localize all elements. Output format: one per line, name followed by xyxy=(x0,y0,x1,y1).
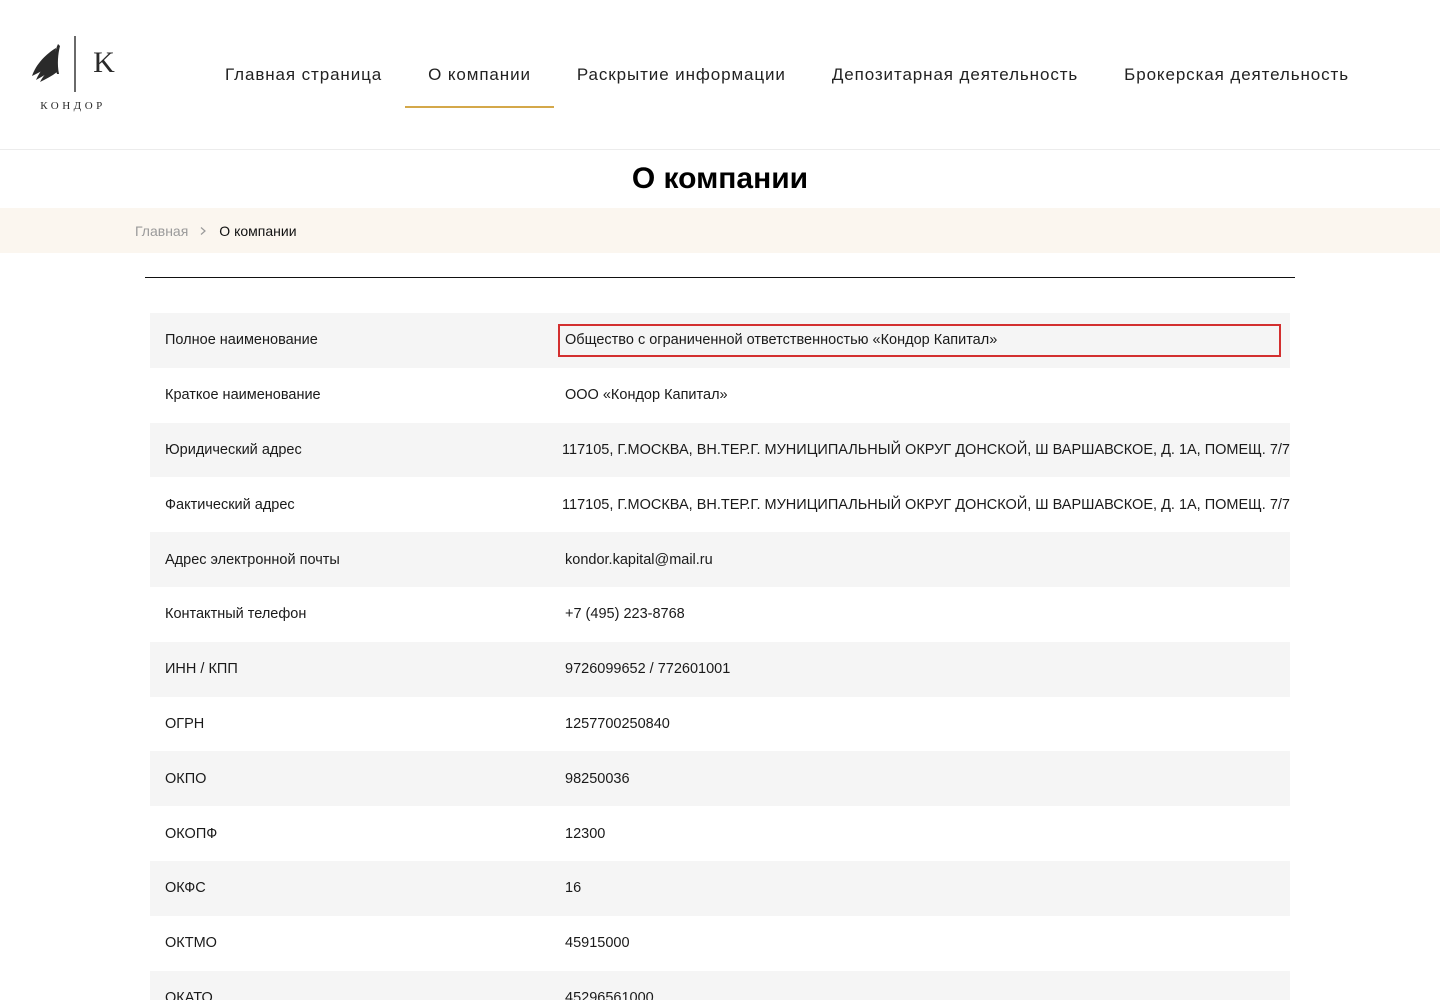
table-row: Контактный телефон +7 (495) 223-8768 xyxy=(150,587,1290,642)
table-row: Фактический адрес 117105, Г.МОСКВА, ВН.ТЕ… xyxy=(150,477,1290,532)
section-divider xyxy=(145,277,1295,278)
table-row: ОКФС 16 xyxy=(150,860,1290,916)
row-label: Адрес электронной почты xyxy=(165,551,340,568)
condor-wing-icon: K xyxy=(32,36,115,92)
site-header: K КОНДОР Главная страница О компании Рас… xyxy=(0,0,1440,150)
row-value: kondor.kapital@mail.ru xyxy=(565,551,713,568)
table-row: Адрес электронной почты kondor.kapital@ma… xyxy=(150,532,1290,587)
row-value: Общество с ограниченной ответственностью… xyxy=(565,332,998,349)
nav-item-depository[interactable]: Депозитарная деятельность xyxy=(809,40,1101,110)
page-title: О компании xyxy=(631,162,809,195)
row-value: 1257700250840 xyxy=(565,715,670,732)
logo-wordmark: КОНДОР xyxy=(40,100,106,112)
row-label: Полное наименование xyxy=(165,332,318,349)
row-label: ОКОПФ xyxy=(165,825,218,842)
table-row: ОКАТО 45296561000 xyxy=(150,970,1290,1000)
row-label: Юридический адрес xyxy=(165,441,302,458)
table-row: Краткое наименование ООО «Кондор Капитал» xyxy=(150,368,1290,423)
row-label: Краткое наименование xyxy=(165,387,321,404)
row-label: ОКФС xyxy=(165,880,206,897)
breadcrumb-home-link[interactable]: Главная xyxy=(135,223,188,239)
row-label: ОКАТО xyxy=(165,989,213,1000)
company-logo[interactable]: K КОНДОР xyxy=(28,34,118,118)
row-value: 98250036 xyxy=(565,770,630,787)
table-row: ИНН / КПП 9726099652 / 772601001 xyxy=(150,641,1290,697)
chevron-right-icon xyxy=(200,226,207,235)
row-label: ОКПО xyxy=(165,770,207,787)
nav-item-brokerage[interactable]: Брокерская деятельность xyxy=(1101,40,1372,110)
breadcrumb: Главная О компании xyxy=(0,208,1440,253)
nav-item-disclosure[interactable]: Раскрытие информации xyxy=(554,40,809,110)
table-row: Полное наименование Общество с ограниченн… xyxy=(150,313,1290,368)
row-value: 117105, Г.МОСКВА, ВН.ТЕР.Г. МУНИЦИПАЛЬНЫ… xyxy=(562,441,1290,458)
row-label: ИНН / КПП xyxy=(165,661,238,678)
requisites-table: Полное наименование Общество с ограниченн… xyxy=(150,313,1290,1000)
nav-item-home[interactable]: Главная страница xyxy=(202,40,405,110)
row-value: 45296561000 xyxy=(565,989,654,1000)
row-value: 16 xyxy=(565,880,582,897)
row-value: +7 (495) 223-8768 xyxy=(565,606,685,623)
main-nav: Главная страница О компании Раскрытие ин… xyxy=(202,40,1372,110)
row-value: 117105, Г.МОСКВА, ВН.ТЕР.Г. МУНИЦИПАЛЬНЫ… xyxy=(562,496,1290,513)
row-value: 9726099652 / 772601001 xyxy=(565,661,731,678)
row-label: Контактный телефон xyxy=(165,606,307,623)
row-value: ООО «Кондор Капитал» xyxy=(565,387,728,404)
logo-letter: K xyxy=(93,46,115,79)
table-row: ОКОПФ 12300 xyxy=(150,806,1290,861)
row-value: 12300 xyxy=(565,825,606,842)
table-row: ОГРН 1257700250840 xyxy=(150,697,1290,752)
row-value: 45915000 xyxy=(565,935,630,952)
row-label: ОКТМО xyxy=(165,935,217,952)
table-row: ОКТМО 45915000 xyxy=(150,916,1290,971)
breadcrumb-current: О компании xyxy=(219,222,297,239)
table-row: Юридический адрес 117105, Г.МОСКВА, ВН.ТЕ… xyxy=(150,422,1290,478)
row-label: ОГРН xyxy=(165,715,205,732)
nav-item-about[interactable]: О компании xyxy=(405,40,554,110)
row-label: Фактический адрес xyxy=(165,496,295,513)
table-row: ОКПО 98250036 xyxy=(150,751,1290,807)
